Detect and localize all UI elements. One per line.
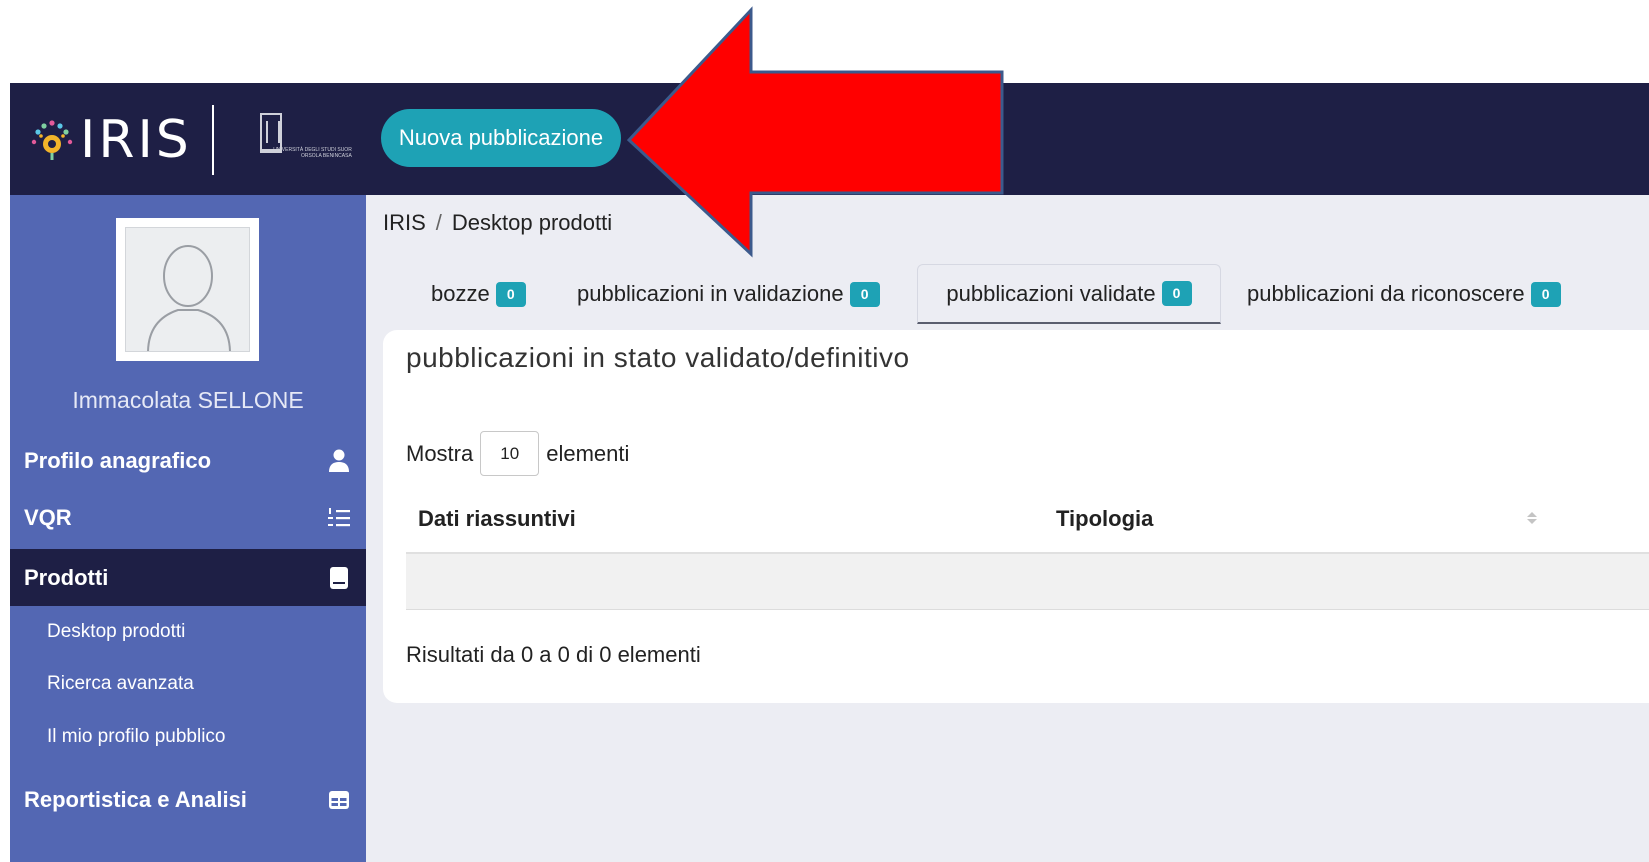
table-icon (326, 787, 352, 813)
sidebar-subitem-desktop-prodotti[interactable]: Desktop prodotti (10, 606, 366, 658)
sidebar: Immacolata SELLONE Profilo anagrafico VQ… (10, 195, 366, 862)
top-navbar: IRIS UNIVERSITÀ DEGLI STUDI SUOR ORSOLA … (10, 83, 1649, 195)
table-info: Risultati da 0 a 0 di 0 elementi (406, 642, 701, 667)
sidebar-item-label: Profilo anagrafico (24, 447, 212, 473)
university-caption: UNIVERSITÀ DEGLI STUDI SUOR ORSOLA BENIN… (273, 147, 352, 159)
iris-logo-text: IRIS (80, 110, 192, 170)
avatar-placeholder-icon (125, 227, 250, 352)
column-header-tipologia[interactable]: Tipologia (1056, 506, 1153, 532)
count-badge: 0 (1530, 281, 1561, 307)
sidebar-item-vqr[interactable]: VQR (10, 489, 366, 546)
column-header-dati-riassuntivi[interactable]: Dati riassuntivi (418, 506, 576, 532)
iris-logo[interactable]: IRIS UNIVERSITÀ DEGLI STUDI SUOR ORSOLA … (30, 105, 352, 175)
page-length-suffix: elementi (546, 440, 630, 466)
sidebar-item-label: VQR (24, 504, 72, 530)
sidebar-item-reportistica[interactable]: Reportistica e Analisi (10, 771, 366, 828)
count-badge: 0 (495, 281, 526, 307)
tab-label: pubblicazioni in validazione (577, 281, 844, 306)
tab-da-riconoscere[interactable]: pubblicazioni da riconoscere 0 (1247, 264, 1649, 324)
user-icon (326, 448, 352, 474)
tab-bozze[interactable]: bozze 0 (431, 264, 526, 324)
breadcrumb-current: Desktop prodotti (451, 210, 613, 235)
tab-label: pubblicazioni validate (946, 280, 1156, 306)
avatar (116, 218, 259, 361)
tab-in-validazione[interactable]: pubblicazioni in validazione 0 (577, 264, 880, 324)
tab-label: pubblicazioni da riconoscere (1247, 281, 1525, 306)
tab-label: bozze (431, 281, 490, 306)
sidebar-subitem-ricerca-avanzata[interactable]: Ricerca avanzata (10, 658, 366, 710)
card-title: pubblicazioni in stato validato/definiti… (406, 342, 910, 373)
table-empty-row (406, 554, 1649, 610)
iris-eye-icon (31, 120, 73, 160)
breadcrumb-root[interactable]: IRIS (383, 210, 426, 235)
page-length-control: Mostra 10 elementi (406, 431, 629, 476)
count-badge: 0 (1161, 281, 1192, 306)
list-ordered-icon (326, 505, 352, 531)
sidebar-item-profilo-anagrafico[interactable]: Profilo anagrafico (10, 432, 366, 489)
breadcrumb-separator: / (435, 210, 442, 235)
new-publication-button[interactable]: Nuova pubblicazione (381, 109, 621, 167)
tab-bar: bozze 0 pubblicazioni in validazione 0 pub… (383, 264, 1649, 324)
book-icon (326, 565, 352, 591)
sort-icon[interactable] (1526, 511, 1538, 525)
page-length-select[interactable]: 10 (480, 431, 540, 476)
sidebar-subitem-profilo-pubblico[interactable]: Il mio profilo pubblico (10, 711, 366, 763)
sidebar-item-prodotti[interactable]: Prodotti (10, 549, 366, 606)
tab-validate[interactable]: pubblicazioni validate 0 (917, 264, 1221, 324)
page-length-prefix: Mostra (406, 440, 474, 466)
sidebar-item-label: Reportistica e Analisi (24, 786, 247, 812)
logo-divider (211, 105, 214, 175)
user-name: Immacolata SELLONE (72, 387, 304, 413)
university-logo: UNIVERSITÀ DEGLI STUDI SUOR ORSOLA BENIN… (244, 107, 352, 173)
publications-card: pubblicazioni in stato validato/definiti… (383, 330, 1649, 703)
breadcrumb: IRIS / Desktop prodotti (383, 210, 612, 236)
app-window: IRIS UNIVERSITÀ DEGLI STUDI SUOR ORSOLA … (10, 83, 1649, 862)
count-badge: 0 (849, 281, 880, 307)
sidebar-item-label: Prodotti (24, 564, 109, 590)
